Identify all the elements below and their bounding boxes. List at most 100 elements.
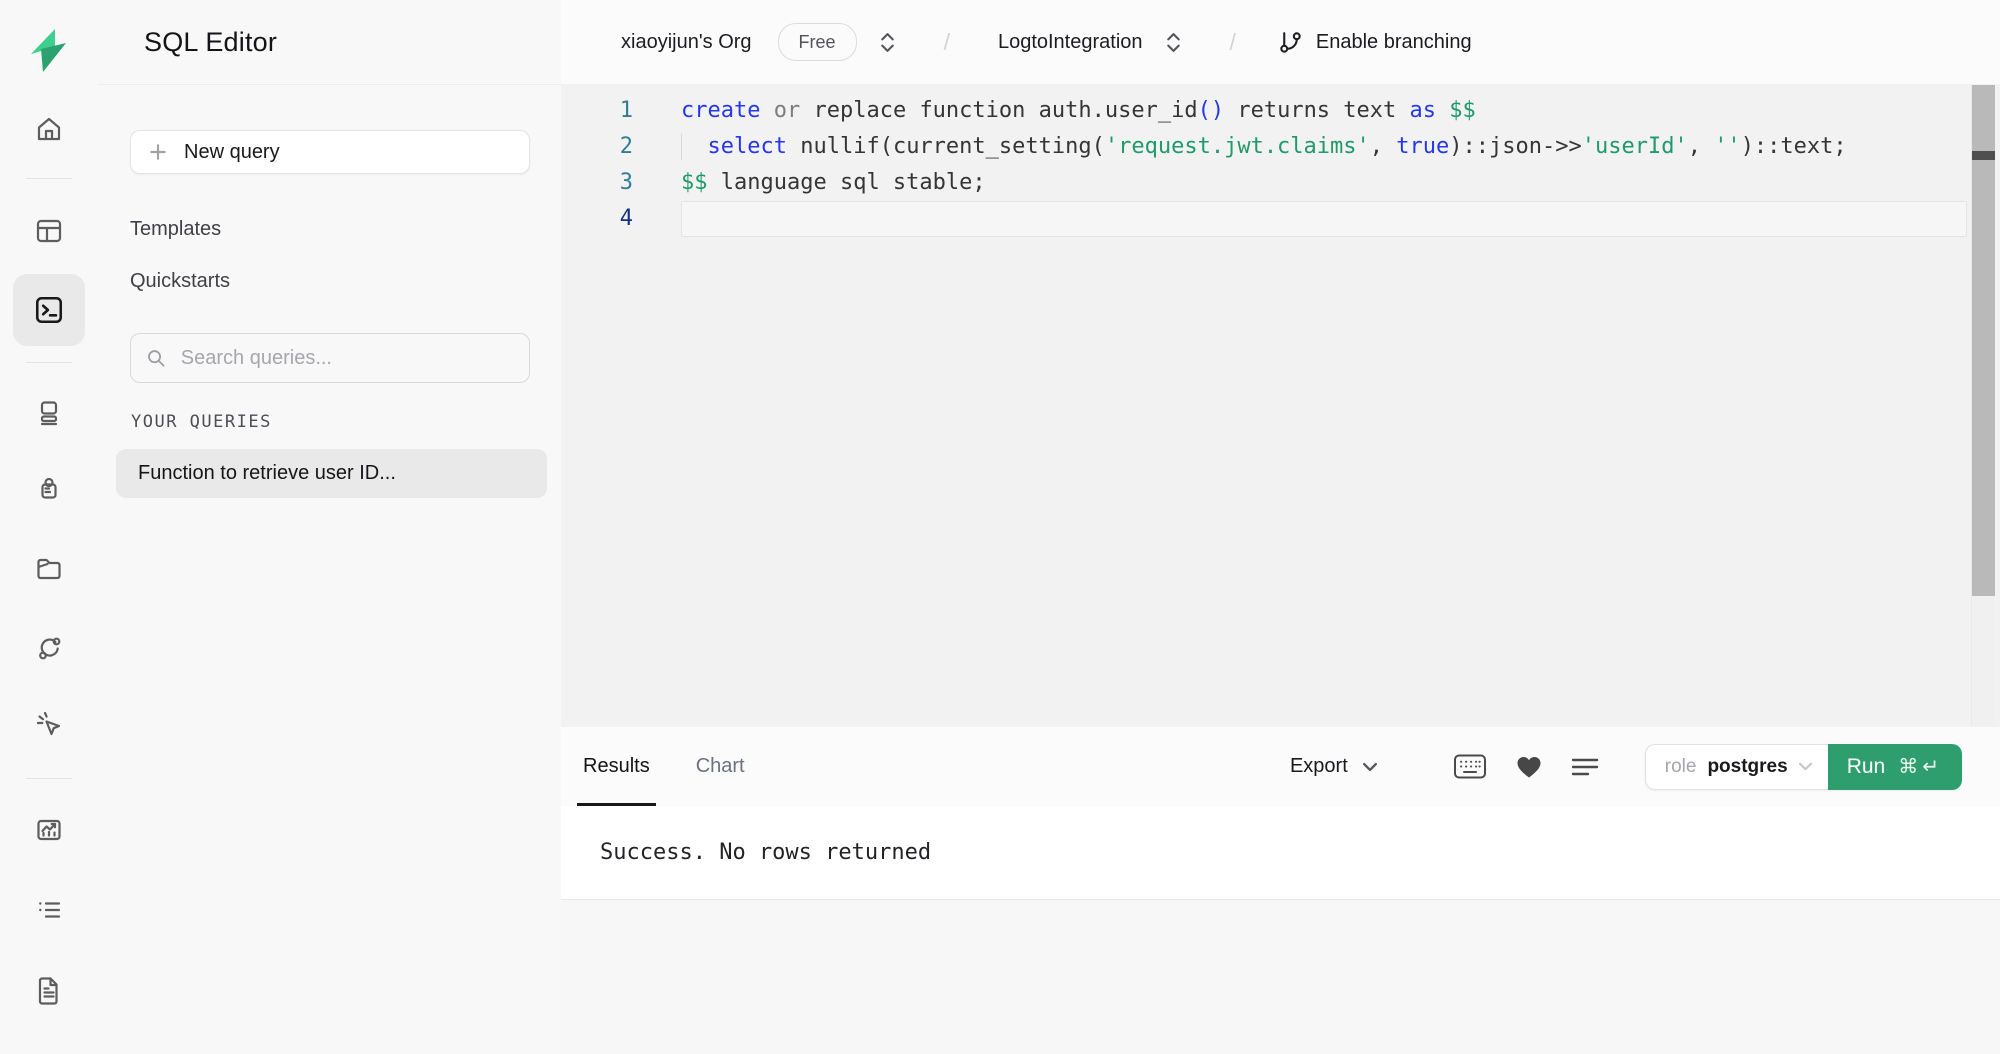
supabase-logo-icon	[28, 27, 70, 73]
code-line[interactable]: 2 select nullif(current_setting('request…	[561, 129, 1967, 165]
sidebar-item-logs[interactable]	[13, 874, 85, 946]
search-queries-input[interactable]	[179, 346, 514, 371]
role-select-label: role	[1665, 756, 1697, 778]
sidebar-item-authentication[interactable]	[13, 454, 85, 526]
export-label: Export	[1290, 755, 1348, 778]
supabase-logo[interactable]	[13, 27, 85, 73]
saved-query-item[interactable]: Function to retrieve user ID...	[116, 449, 547, 498]
new-query-label: New query	[184, 141, 280, 164]
rail-divider	[26, 178, 72, 179]
advisors-icon	[34, 709, 64, 739]
sidebar-item-reports[interactable]	[13, 794, 85, 866]
page-title: SQL Editor	[144, 27, 277, 58]
code-line[interactable]: 3$$ language sql stable;	[561, 165, 1967, 201]
code-line[interactable]: 4	[561, 201, 1967, 237]
heart-icon	[1515, 753, 1543, 780]
org-switcher-icon[interactable]	[879, 31, 896, 54]
code-lines[interactable]: 1create or replace function auth.user_id…	[561, 93, 1967, 237]
logs-icon	[34, 895, 64, 925]
scrollbar-cursor-marker	[1972, 151, 1995, 160]
realtime-icon	[34, 633, 64, 663]
keyboard-icon	[1453, 753, 1487, 780]
favorite-button[interactable]	[1515, 753, 1543, 780]
role-run-group: role postgres Run ⌘↵	[1645, 744, 1962, 790]
sql-editor-icon	[33, 294, 65, 326]
git-branch-icon	[1278, 30, 1303, 55]
line-number: 2	[561, 129, 633, 165]
code-text: $$ language sql stable;	[633, 165, 1967, 201]
sidebar-item-home[interactable]	[13, 93, 85, 165]
storage-icon	[34, 553, 64, 583]
chevron-down-icon	[1799, 762, 1812, 771]
code-text	[633, 201, 1967, 237]
run-shortcut: ⌘↵	[1898, 754, 1943, 779]
quickstarts-label: Quickstarts	[130, 270, 230, 293]
results-footer	[561, 900, 2000, 1054]
sidebar-item-quickstarts[interactable]: Quickstarts	[130, 263, 230, 299]
your-queries-section-label: YOUR QUERIES	[131, 412, 272, 432]
plan-badge[interactable]: Free	[778, 23, 857, 61]
enable-branching-label: Enable branching	[1316, 31, 1472, 54]
sidebar-header: SQL Editor	[98, 0, 561, 85]
breadcrumb-project[interactable]: LogtoIntegration	[998, 31, 1143, 54]
tab-results[interactable]: Results	[577, 727, 656, 806]
plus-icon	[147, 141, 169, 163]
enable-branching-button[interactable]: Enable branching	[1278, 30, 1472, 55]
keyboard-shortcuts-button[interactable]	[1453, 753, 1487, 780]
chevron-down-icon	[1363, 762, 1377, 772]
rail-divider	[26, 362, 72, 363]
results-toolbar: Results Chart Export	[561, 727, 2000, 807]
code-text: create or replace function auth.user_id(…	[633, 93, 1967, 129]
breadcrumb-org[interactable]: xiaoyijun's Org	[621, 31, 752, 54]
run-label: Run	[1847, 755, 1886, 779]
run-button[interactable]: Run ⌘↵	[1828, 744, 1962, 790]
text-lines-icon	[1571, 755, 1599, 779]
search-icon	[146, 347, 166, 369]
tab-results-label: Results	[583, 755, 650, 778]
database-icon	[34, 399, 64, 429]
rail-divider	[26, 778, 72, 779]
auth-icon	[34, 475, 64, 505]
sidebar-item-sql-editor[interactable]	[13, 274, 85, 346]
role-select-value: postgres	[1707, 756, 1787, 778]
line-number: 1	[561, 93, 633, 129]
search-queries-box	[130, 333, 530, 383]
editor-scrollbar[interactable]	[1971, 85, 1995, 726]
templates-label: Templates	[130, 218, 221, 241]
sidebar-item-table-editor[interactable]	[13, 195, 85, 267]
nav-rail	[0, 0, 99, 1054]
indent-guide	[681, 134, 682, 160]
plan-badge-label: Free	[799, 32, 836, 53]
saved-query-label: Function to retrieve user ID...	[138, 462, 396, 485]
format-lines-button[interactable]	[1571, 755, 1599, 779]
query-result-row: Success. No rows returned	[561, 806, 2000, 900]
sidebar-item-realtime[interactable]	[13, 612, 85, 684]
sql-editor-app: SQL Editor New query Templates Quickstar…	[0, 0, 2000, 1054]
line-number: 4	[561, 201, 633, 237]
sidebar-item-api-docs[interactable]	[13, 954, 85, 1026]
toolbar-actions: Export	[1290, 744, 2000, 790]
project-switcher-icon[interactable]	[1165, 31, 1182, 54]
breadcrumb-separator: /	[944, 29, 950, 56]
role-select[interactable]: role postgres	[1645, 744, 1828, 790]
sql-editor-sidebar: SQL Editor New query Templates Quickstar…	[98, 0, 562, 1054]
editor-scrollbar-thumb[interactable]	[1972, 85, 1995, 596]
breadcrumb-bar: xiaoyijun's Org Free / LogtoIntegration …	[561, 0, 2000, 85]
code-line[interactable]: 1create or replace function auth.user_id…	[561, 93, 1967, 129]
sidebar-item-advisors[interactable]	[13, 688, 85, 760]
export-button[interactable]: Export	[1290, 755, 1377, 778]
result-message: Success. No rows returned	[600, 840, 931, 865]
tab-chart[interactable]: Chart	[690, 727, 751, 806]
home-icon	[34, 114, 64, 144]
table-editor-icon	[34, 216, 64, 246]
new-query-button[interactable]: New query	[130, 130, 530, 174]
code-editor[interactable]: 1create or replace function auth.user_id…	[561, 84, 2000, 728]
line-number: 3	[561, 165, 633, 201]
api-docs-icon	[34, 975, 64, 1005]
tab-chart-label: Chart	[696, 755, 745, 778]
code-text: select nullif(current_setting('request.j…	[633, 129, 1967, 165]
sidebar-item-templates[interactable]: Templates	[130, 211, 221, 247]
sidebar-item-database[interactable]	[13, 378, 85, 450]
sidebar-item-storage[interactable]	[13, 532, 85, 604]
breadcrumb-separator: /	[1230, 29, 1236, 56]
